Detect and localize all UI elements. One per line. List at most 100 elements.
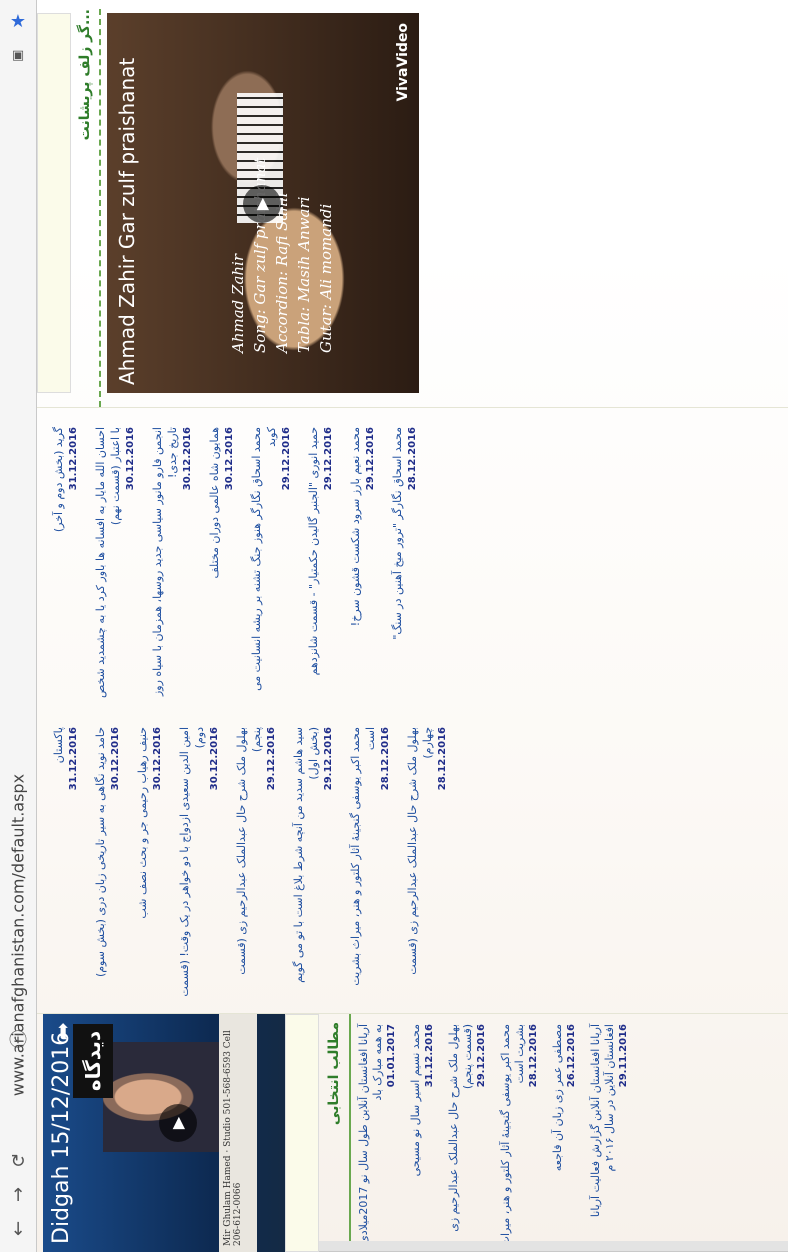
article-link[interactable]: امین الدین سعیدی ازدواج با دو خواهر در ی… [171,713,228,1013]
selected-item-title: آریانا افغانستان آنلاین طول سال نو 2017م… [357,1024,384,1244]
article-link[interactable]: محمد نعیم بارز سرود شکست قشون سرخ! 29.12.… [342,413,384,713]
video-brand: VivaVideo [395,23,411,102]
article-title: سید هاشم سدید من آنچه شرط بلاغ است با تو… [292,727,320,983]
article-title: محمد اکبر یوسفی گنجینۀ آثار کلتور و هنر،… [349,727,377,986]
article-date: 30.12.2016 [182,427,193,491]
play-icon[interactable]: ▶ [243,185,281,223]
article-link[interactable]: احسان الله مایار به افسانه ها باور کرد ی… [87,413,144,713]
article-title: گرید (بخش دوم و آخر) [52,427,65,533]
article-date: 28.12.2016 [437,727,448,791]
article-link[interactable]: محمد اکبر یوسفی گنجینۀ آثار کلتور و هنر،… [342,713,399,1013]
article-date: 30.12.2016 [224,427,235,491]
page-content: دیدگاه Mir Ghulam Hamed · Studio 501-568… [37,0,788,1252]
selected-item-link[interactable]: مصطفی عمر زی زبان آن فاجعه 26.12.2016 [551,1024,579,1252]
music-heading[interactable]: گر زلف پریشانت... [77,9,101,407]
selected-item-link[interactable]: محمد اکبر یوسفی گنجینۀ آثار کلتور و هنر،… [499,1024,541,1252]
article-date: 29.12.2016 [323,727,334,791]
selected-item-date: 26.12.2016 [566,1024,577,1088]
share-icon[interactable]: ➦ [51,1022,76,1040]
back-icon[interactable]: ↓ [7,1218,29,1240]
selected-item-link[interactable]: آریانا افغانستان آنلاین گزارش فعالیت آری… [589,1024,631,1252]
selected-item-title: محمد نسیم اسیر سال نو مسیحی [409,1024,422,1177]
article-column-left: پاکستان 31.12.2016 حامد نوید نگاهی به سیر … [45,713,456,1013]
scrollbar[interactable] [319,1241,788,1252]
article-title: محمد اسحاق نگارگر هنوز جنگ تشنه بر ریشه … [250,427,278,691]
video-footer [285,1014,319,1252]
article-link[interactable]: بهلول ملک شرح حال عبدالملک عبدالرحیم زی … [399,713,456,1013]
video-credits: Ahmad Zahir Song: Gar zulf praishanat Acco… [227,158,337,353]
article-date: 28.12.2016 [380,727,391,791]
selected-item-date: 01.01.2017 [386,1024,397,1088]
article-date: 28.12.2016 [407,427,418,491]
forward-icon[interactable]: ↑ [7,1184,29,1206]
article-date: 30.12.2016 [110,727,121,791]
selected-item-date: 28.12.2016 [528,1024,539,1088]
selected-heading: مطالب انتخابی [319,1014,351,1252]
article-link[interactable]: گرید (بخش دوم و آخر) 31.12.2016 [45,413,87,713]
video-ribbon: Mir Ghulam Hamed · Studio 501-568-6593 C… [219,1014,257,1252]
article-date: 29.12.2016 [365,427,376,491]
article-link[interactable]: همایون شاه عالمی دوران مختلف 30.12.2016 [201,413,243,713]
article-title: حنیف رهیاب رحیمی جر و بحث نصف شب [136,727,149,919]
article-title: حامد نوید نگاهی به سیر تاریخی زبان دری (… [94,727,107,978]
article-title: بهلول ملک شرح حال عبدالملک عبدالرحیم زی … [235,727,263,975]
article-link[interactable]: انجمن فارو مانور سیاسی جدید روسها، همزما… [144,413,201,713]
selected-item-link[interactable]: محمد نسیم اسیر سال نو مسیحی 31.12.2016 [409,1024,437,1252]
article-link[interactable]: حامد نوید نگاهی به سیر تاریخی زبان دری (… [87,713,129,1013]
article-column-right: گرید (بخش دوم و آخر) 31.12.2016 احسان الله… [45,413,426,713]
article-date: 29.12.2016 [323,427,334,491]
article-date: 31.12.2016 [68,427,79,491]
selected-item-title: بهلول ملک شرح حال عبدالملک عبدالرحیم زی … [447,1024,474,1232]
play-icon[interactable]: ▶ [159,1104,197,1142]
selected-articles: مطالب انتخابی آریانا افغانستان آنلاین طو… [319,1014,788,1252]
article-date: 30.12.2016 [152,727,163,791]
article-title: احسان الله مایار به افسانه ها باور کرد ی… [94,427,122,699]
article-date: 29.12.2016 [281,427,292,491]
selected-item-title: آریانا افغانستان آنلاین گزارش فعالیت آری… [589,1024,616,1218]
video-title[interactable]: Ahmad Zahir Gar zulf praishanat [115,58,139,385]
video-music[interactable]: Ahmad Zahir Gar zulf praishanat Ahmad Za… [107,13,419,393]
article-date: 31.12.2016 [68,727,79,791]
article-title: بهلول ملک شرح حال عبدالملک عبدالرحیم زی … [406,727,434,975]
credit-line: Accordion: Rafi Sahil [273,192,291,353]
music-top-box [37,13,71,393]
article-title: همایون شاه عالمی دوران مختلف [208,427,221,579]
bookmark-star-icon[interactable]: ★ [7,10,29,32]
reload-icon[interactable]: ↻ [7,1150,29,1172]
article-title: محمد اسحاق نگارگر "ترور میخ آهنین در سنگ… [391,427,404,640]
article-link[interactable]: حمید انوری "الجنبر گالیدن حکمتیار" - قسم… [300,413,342,713]
selected-list: آریانا افغانستان آنلاین طول سال نو 2017م… [351,1014,631,1252]
info-icon[interactable]: ⓘ [7,1028,29,1051]
extension-icon[interactable]: ▣ [7,44,29,66]
article-link[interactable]: سید هاشم سدید من آنچه شرط بلاغ است با تو… [285,713,342,1013]
credit-line: Gutar: Ali momandi [317,203,335,353]
video-title[interactable]: Didgah 15/12/2016 [49,1032,74,1244]
selected-item-title: مصطفی عمر زی زبان آن فاجعه [551,1024,564,1172]
article-link[interactable]: پاکستان 31.12.2016 [45,713,87,1013]
selected-item-link[interactable]: بهلول ملک شرح حال عبدالملک عبدالرحیم زی … [447,1024,489,1252]
music-section: گر زلف پریشانت... Ahmad Zahir Gar zulf p… [37,0,788,408]
article-link[interactable]: محمد اسحاق نگارگر هنوز جنگ تشنه بر ریشه … [243,413,300,713]
selected-item-title: محمد اکبر یوسفی گنجینۀ آثار کلتور و هنر،… [499,1024,526,1247]
selected-item-date: 31.12.2016 [424,1024,435,1088]
article-link[interactable]: محمد اسحاق نگارگر "ترور میخ آهنین در سنگ… [384,413,426,713]
article-title: پاکستان [52,727,65,764]
selected-item-link[interactable]: آریانا افغانستان آنلاین طول سال نو 2017م… [357,1024,399,1252]
browser-toolbar: ★ ▣ www.arianafghanistan.com/default.asp… [0,0,37,1252]
selected-item-date: 29.11.2016 [618,1024,629,1088]
article-link[interactable]: حنیف رهیاب رحیمی جر و بحث نصف شب 30.12.20… [129,713,171,1013]
article-title: انجمن فارو مانور سیاسی جدید روسها، همزما… [151,427,179,697]
selected-item-date: 29.12.2016 [476,1024,487,1088]
article-title: امین الدین سعیدی ازدواج با دو خواهر در ی… [178,727,206,997]
article-date: 30.12.2016 [125,427,136,491]
article-title: محمد نعیم بارز سرود شکست قشون سرخ! [349,427,362,627]
article-list: گرید (بخش دوم و آخر) 31.12.2016 احسان الله… [37,407,788,1014]
article-link[interactable]: بهلول ملک شرح حال عبدالملک عبدالرحیم زی … [228,713,285,1013]
didgah-logo: دیدگاه [73,1024,113,1098]
article-date: 30.12.2016 [209,727,220,791]
credit-line: Ahmad Zahir [229,253,247,353]
video-didgah[interactable]: دیدگاه Mir Ghulam Hamed · Studio 501-568… [43,1014,285,1252]
address-bar[interactable]: www.arianafghanistan.com/default.aspx [6,774,30,1096]
article-title: حمید انوری "الجنبر گالیدن حکمتیار" - قسم… [307,427,320,676]
credit-line: Tabla: Masih Anwari [295,196,313,353]
